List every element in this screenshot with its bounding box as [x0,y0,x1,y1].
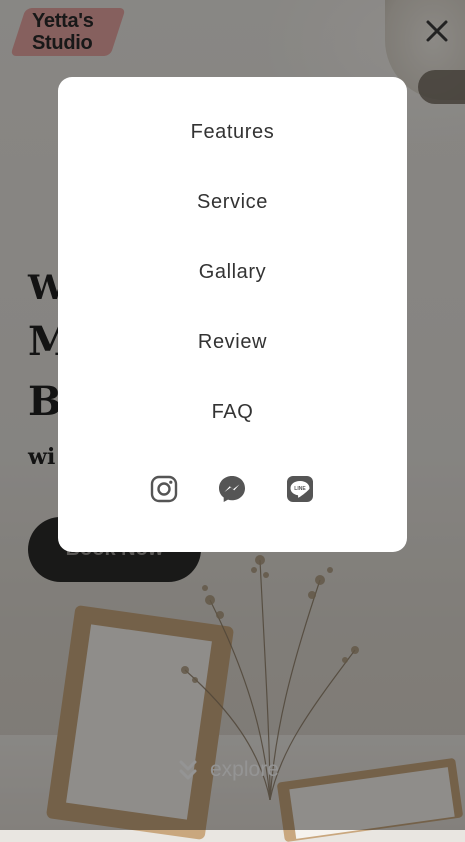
line-icon-text: LINE [294,486,306,492]
close-icon[interactable] [424,18,450,44]
menu-item-review[interactable]: Review [58,331,407,354]
menu-item-features[interactable]: Features [58,121,407,144]
menu-item-service[interactable]: Service [58,191,407,214]
messenger-icon[interactable] [216,473,248,505]
menu-item-gallary[interactable]: Gallary [58,261,407,284]
instagram-icon[interactable] [148,473,180,505]
navigation-menu: Features Service Gallary Review FAQ LINE [58,77,407,552]
line-icon[interactable]: LINE [284,473,316,505]
menu-item-faq[interactable]: FAQ [58,401,407,424]
